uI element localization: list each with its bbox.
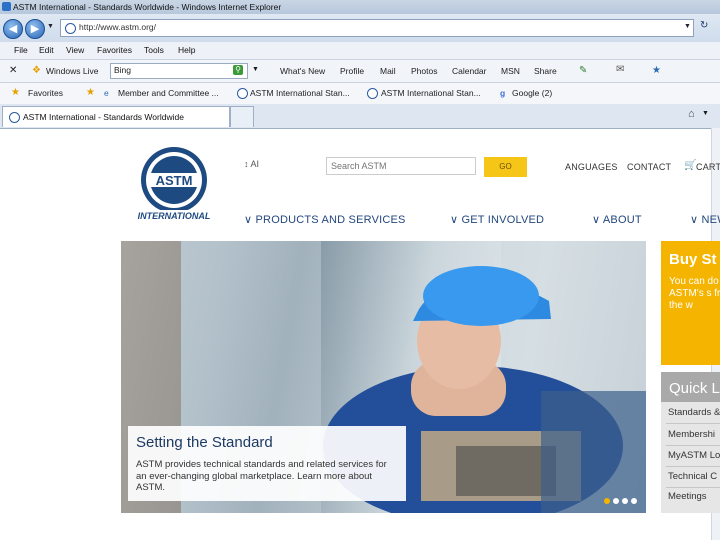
hero-title: Setting the Standard <box>136 434 273 451</box>
wl-msn[interactable]: MSN <box>501 66 520 76</box>
recent-pages-dropdown-icon[interactable]: ▼ <box>47 23 54 30</box>
carousel-dot[interactable] <box>631 498 637 504</box>
site-favicon-icon <box>65 23 76 34</box>
divider <box>666 466 720 467</box>
hero-caption: Setting the Standard ASTM provides techn… <box>128 426 406 501</box>
nav-products-and-services[interactable]: ∨ PRODUCTS AND SERVICES <box>244 213 406 226</box>
menu-favorites[interactable]: Favorites <box>97 45 132 55</box>
favorite-link-astm-2[interactable]: ASTM International Stan... <box>381 88 481 98</box>
wl-profile[interactable]: Profile <box>340 66 364 76</box>
bing-dropdown-icon[interactable]: ▼ <box>252 66 259 73</box>
favorites-button[interactable]: Favorites <box>28 88 63 98</box>
quick-link-meetings[interactable]: Meetings <box>668 491 707 502</box>
buy-panel-title: Buy St <box>669 251 717 268</box>
translate-icon[interactable]: ★ <box>652 65 661 76</box>
quick-link-technical[interactable]: Technical C <box>668 471 717 482</box>
google-icon: g <box>500 88 506 98</box>
quick-links-panel: Quick L Standards & Membershi MyASTM Lo … <box>661 372 720 513</box>
language-select[interactable]: ↕ AI <box>244 159 322 175</box>
svg-text:ASTM: ASTM <box>156 173 193 188</box>
edit-icon[interactable]: ✎ <box>579 65 587 76</box>
astm-favicon-icon <box>237 88 248 99</box>
menu-bar: File Edit View Favorites Tools Help <box>0 42 720 60</box>
back-button[interactable]: ◀ <box>3 19 23 39</box>
wl-whats-new[interactable]: What's New <box>280 66 325 76</box>
bing-search-input[interactable]: Bing ⚲ <box>110 63 248 79</box>
contact-link[interactable]: CONTACT <box>627 162 671 172</box>
menu-tools[interactable]: Tools <box>144 45 164 55</box>
nav-news[interactable]: ∨ NEW <box>690 213 720 226</box>
quick-links-header: Quick L <box>661 372 720 402</box>
tab-title: ASTM International - Standards Worldwide <box>23 112 184 122</box>
divider <box>666 445 720 446</box>
astm-logo[interactable]: ASTM INTERNATIONAL <box>132 147 216 223</box>
favorite-link-google[interactable]: Google (2) <box>512 88 552 98</box>
menu-edit[interactable]: Edit <box>39 45 54 55</box>
close-toolbar-icon[interactable]: ✕ <box>9 65 17 76</box>
search-input[interactable] <box>326 157 476 175</box>
divider <box>666 487 720 488</box>
favorite-link-astm-1[interactable]: ASTM International Stan... <box>250 88 350 98</box>
wl-photos[interactable]: Photos <box>411 66 437 76</box>
ie-icon <box>2 2 11 11</box>
hero-text[interactable]: ASTM provides technical standards and re… <box>136 459 400 494</box>
quick-link-myastm[interactable]: MyASTM Lo <box>668 450 720 461</box>
windows-live-label[interactable]: Windows Live <box>46 66 98 76</box>
menu-file[interactable]: File <box>14 45 28 55</box>
divider <box>666 423 720 424</box>
nav-get-involved[interactable]: ∨ GET INVOLVED <box>450 213 544 226</box>
bing-search-value: Bing <box>114 65 132 75</box>
mail-icon[interactable]: ✉ <box>616 64 624 75</box>
new-tab-button[interactable] <box>230 106 254 127</box>
ie-page-icon: e <box>104 88 109 98</box>
window-title: ASTM International - Standards Worldwide… <box>13 2 282 12</box>
search-go-button[interactable]: GO <box>484 157 527 177</box>
carousel-dot[interactable] <box>622 498 628 504</box>
astm-favicon-icon <box>367 88 378 99</box>
buy-panel-text: You can do of ASTM's s from the w <box>669 276 720 311</box>
add-favorite-icon[interactable]: ★ <box>86 87 95 98</box>
address-url: http://www.astm.org/ <box>79 22 156 32</box>
favorites-bar: ★ Favorites ★ e Member and Committee ...… <box>0 83 720 105</box>
quick-link-standards[interactable]: Standards & <box>668 407 720 418</box>
quick-links-title: Quick L <box>669 380 720 397</box>
tab-astm[interactable]: ASTM International - Standards Worldwide <box>2 106 230 127</box>
windows-live-toolbar: ✕ ❖ Windows Live What's New Profile Mail… <box>0 60 720 83</box>
nav-about[interactable]: ∨ ABOUT <box>592 213 642 226</box>
forward-button[interactable]: ▶ <box>25 19 45 39</box>
carousel-dot-active[interactable] <box>604 498 610 504</box>
favorites-star-icon: ★ <box>11 87 20 98</box>
window-title-bar: ASTM International - Standards Worldwide… <box>0 0 720 14</box>
astm-favicon-icon <box>9 112 20 123</box>
carousel-dots[interactable] <box>603 497 643 505</box>
wl-mail[interactable]: Mail <box>380 66 396 76</box>
languages-link[interactable]: ANGUAGES <box>565 162 618 172</box>
search-go-icon[interactable]: ⚲ <box>233 65 243 75</box>
menu-help[interactable]: Help <box>178 45 195 55</box>
home-dropdown-icon[interactable]: ▼ <box>702 110 709 117</box>
wl-calendar[interactable]: Calendar <box>452 66 487 76</box>
quick-link-membership[interactable]: Membershi <box>668 429 715 440</box>
buy-standards-panel[interactable]: Buy St You can do of ASTM's s from the w <box>661 241 720 365</box>
cart-icon: 🛒 <box>684 160 697 171</box>
refresh-icon[interactable]: ↻ <box>700 20 708 31</box>
windows-logo-icon: ❖ <box>32 65 41 76</box>
address-bar[interactable]: http://www.astm.org/ <box>60 19 694 37</box>
wl-share[interactable]: Share <box>534 66 557 76</box>
carousel-dot[interactable] <box>613 498 619 504</box>
cart-link[interactable]: CART <box>696 162 720 172</box>
favorite-link-member[interactable]: Member and Committee ... <box>118 88 219 98</box>
menu-view[interactable]: View <box>66 45 84 55</box>
logo-text: INTERNATIONAL <box>138 211 211 221</box>
address-dropdown-icon[interactable]: ▼ <box>684 23 691 30</box>
home-icon[interactable]: ⌂ <box>688 108 695 120</box>
